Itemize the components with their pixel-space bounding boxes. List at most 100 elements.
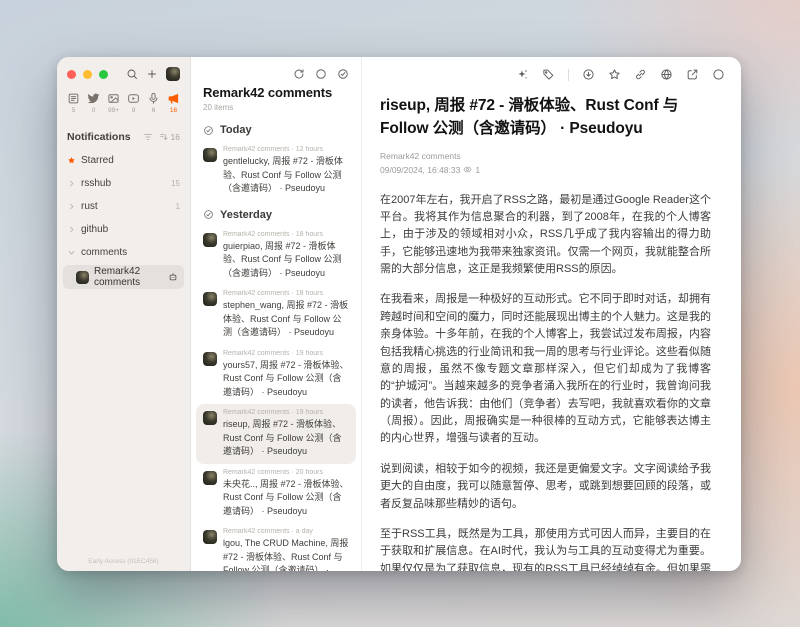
minimize-window-button[interactable]	[83, 70, 92, 79]
list-entry[interactable]: Remark42 comments · 12 hoursgentlelucky,…	[196, 141, 356, 201]
user-avatar[interactable]	[166, 67, 180, 81]
entry-title: lgou, The CRUD Machine, 周报 #72 - 滑板体验、Ru…	[223, 537, 349, 571]
view-tab-audio[interactable]: 6	[147, 92, 160, 114]
entry-avatar	[203, 411, 217, 425]
sidebar-item-comments[interactable]: comments	[57, 241, 190, 264]
view-tab-pictures[interactable]: 99+	[107, 92, 120, 114]
check-circle-icon[interactable]	[203, 125, 214, 136]
entry-avatar	[203, 352, 217, 366]
article-paragraph: 在我看来，周报是一种极好的互动形式。它不同于即时对话，却拥有跨越时间和空间的魔力…	[380, 291, 711, 447]
video-icon	[127, 92, 140, 105]
sidebar: 5099+9616 Notifications 16 Starredrsshub…	[57, 57, 191, 571]
sidebar-item-label: rsshub	[81, 178, 111, 189]
image-icon	[107, 92, 120, 105]
notifications-section-title: Notifications	[67, 131, 131, 143]
refresh-icon[interactable]	[293, 68, 305, 80]
view-tab-social-media[interactable]: 0	[87, 92, 100, 114]
sidebar-item-label: github	[81, 224, 108, 235]
article-body: 在2007年左右，我开启了RSS之路，最初是通过Google Reader这个平…	[380, 192, 711, 572]
entry-title: guierpiao, 周报 #72 - 滑板体验、Rust Conf 与 Fol…	[223, 240, 349, 281]
entries-list: TodayRemark42 comments · 12 hoursgentlel…	[191, 116, 361, 571]
unread-count: 1	[176, 202, 180, 211]
unread-count: 15	[171, 179, 180, 188]
eye-icon	[463, 165, 472, 174]
sidebar-item-label: comments	[81, 247, 127, 258]
sidebar-item-starred[interactable]: Starred	[57, 149, 190, 172]
entry-meta: Remark42 comments · 19 hours	[223, 350, 349, 357]
entry-avatar	[203, 148, 217, 162]
app-window: 5099+9616 Notifications 16 Starredrsshub…	[57, 57, 741, 571]
view-tab-articles[interactable]: 5	[67, 92, 80, 114]
article-content: riseup, 周报 #72 - 滑板体验、Rust Conf 与 Follow…	[362, 81, 741, 571]
list-entry[interactable]: Remark42 comments · 18 hoursstephen_wang…	[196, 285, 356, 345]
sidebar-item-rsshub[interactable]: rsshub 15	[57, 172, 190, 195]
sidebar-header	[57, 57, 190, 85]
circle-icon[interactable]	[712, 68, 725, 81]
link-icon[interactable]	[634, 68, 647, 81]
toolbar-divider	[568, 69, 569, 81]
megaphone-icon	[167, 92, 180, 105]
list-entry[interactable]: Remark42 comments · a day lgou, The CRUD …	[196, 523, 356, 571]
entry-body: Remark42 comments · 19 hours riseup, 周报 #…	[223, 409, 349, 459]
view-tab-notifications[interactable]: 16	[167, 92, 180, 114]
entry-avatar	[203, 233, 217, 247]
check-circle-icon[interactable]	[203, 209, 214, 220]
star-fill-icon	[67, 156, 76, 165]
entry-meta: Remark42 comments · 19 hours	[223, 409, 349, 416]
article-dateline: 09/09/2024, 16:48:33 1	[380, 165, 711, 175]
twitter-icon	[87, 92, 100, 105]
view-unread-count: 99+	[108, 107, 119, 114]
check-circle-icon[interactable]	[337, 68, 349, 80]
entry-body: Remark42 comments · a day lgou, The CRUD …	[223, 528, 349, 571]
article-toolbar	[362, 57, 741, 81]
sidebar-item-github[interactable]: github	[57, 218, 190, 241]
item-count-label: 20 items	[203, 103, 349, 112]
ai-sparkle-icon[interactable]	[516, 68, 529, 81]
circle-icon[interactable]	[315, 68, 327, 80]
entry-list-pane: Remark42 comments 20 items TodayRemark42…	[191, 57, 362, 571]
external-link-icon[interactable]	[686, 68, 699, 81]
view-tab-videos[interactable]: 9	[127, 92, 140, 114]
feed-label: Remark42 comments	[94, 266, 163, 288]
view-unread-count: 9	[132, 107, 136, 114]
article-icon	[67, 92, 80, 105]
group-icon[interactable]	[143, 132, 153, 142]
fullscreen-window-button[interactable]	[99, 70, 108, 79]
entry-avatar	[203, 292, 217, 306]
article-title: riseup, 周报 #72 - 滑板体验、Rust Conf 与 Follow…	[380, 94, 711, 141]
close-window-button[interactable]	[67, 70, 76, 79]
entry-title: yours57, 周报 #72 - 滑板体验、Rust Conf 与 Follo…	[223, 359, 349, 400]
list-entry[interactable]: Remark42 comments · 20 hours未央花.., 周报 #7…	[196, 464, 356, 524]
list-entry[interactable]: Remark42 comments · 19 hours riseup, 周报 #…	[196, 404, 356, 464]
list-entry[interactable]: Remark42 comments · 18 hours guierpiao, 周…	[196, 226, 356, 286]
article-paragraph: 至于RSS工具，既然是为工具，那使用方式可因人而异，主要目的在于获取和扩展信息。…	[380, 526, 711, 571]
article-paragraph: 在2007年左右，我开启了RSS之路，最初是通过Google Reader这个平…	[380, 192, 711, 279]
sort-icon[interactable]	[159, 132, 169, 142]
entry-body: Remark42 comments · 18 hoursstephen_wang…	[223, 290, 349, 340]
entry-body: Remark42 comments · 19 hours yours57, 周报 …	[223, 350, 349, 400]
article-date: 09/09/2024, 16:48:33	[380, 165, 460, 175]
entry-avatar	[203, 530, 217, 544]
arrow-down-circle-icon[interactable]	[582, 68, 595, 81]
translate-tag-icon[interactable]	[542, 68, 555, 81]
entry-meta: Remark42 comments · a day	[223, 528, 349, 535]
entry-meta: Remark42 comments · 18 hours	[223, 231, 349, 238]
view-unread-count: 6	[152, 107, 156, 114]
star-icon[interactable]	[608, 68, 621, 81]
search-icon[interactable]	[126, 68, 138, 80]
entry-meta: Remark42 comments · 20 hours	[223, 469, 349, 476]
article-view-count: 1	[475, 165, 480, 175]
globe-icon[interactable]	[660, 68, 673, 81]
list-entry[interactable]: Remark42 comments · 19 hours yours57, 周报 …	[196, 345, 356, 405]
feed-title: Remark42 comments	[203, 85, 349, 100]
sidebar-item-remark42-comments[interactable]: Remark42 comments	[63, 265, 184, 289]
add-subscription-icon[interactable]	[146, 68, 158, 80]
date-group-label: Yesterday	[220, 209, 272, 221]
article-feed-name: Remark42 comments	[380, 151, 711, 161]
entry-title: stephen_wang, 周报 #72 - 滑板体验、Rust Conf 与 …	[223, 299, 349, 340]
entry-title: riseup, 周报 #72 - 滑板体验、Rust Conf 与 Follow…	[223, 418, 349, 459]
window-controls	[67, 70, 108, 79]
entry-body: Remark42 comments · 20 hours未央花.., 周报 #7…	[223, 469, 349, 519]
sidebar-item-rust[interactable]: rust1	[57, 195, 190, 218]
view-unread-count: 5	[72, 107, 76, 114]
